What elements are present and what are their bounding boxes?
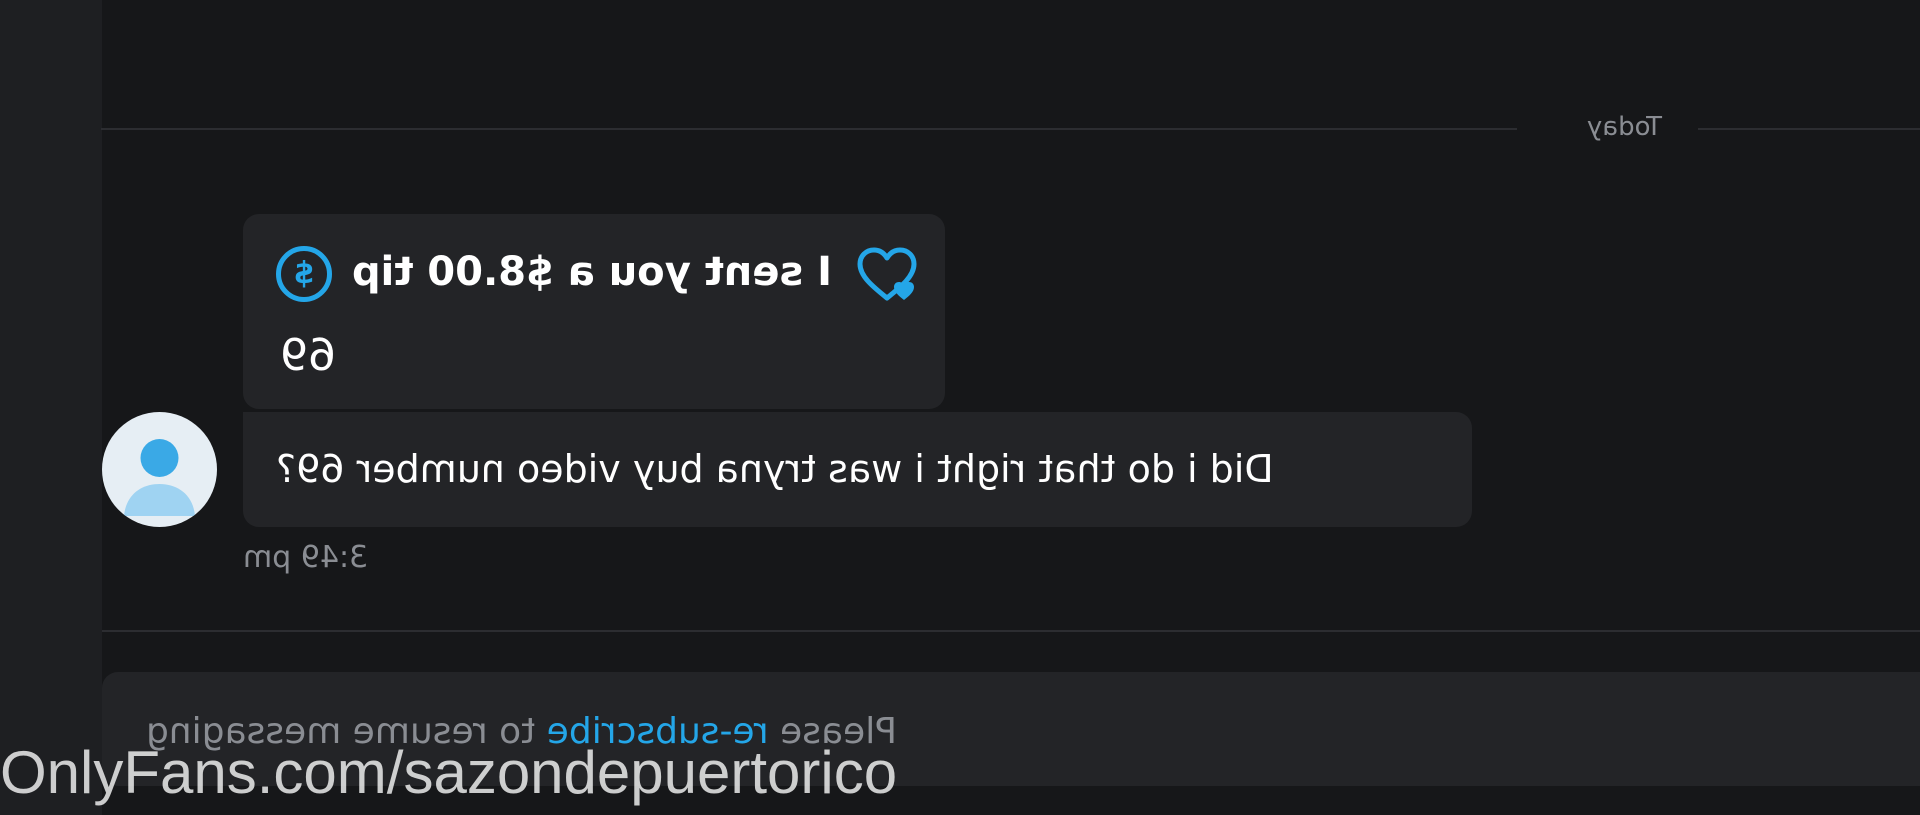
message-timestamp: 3:49 pm bbox=[243, 540, 369, 575]
date-separator-line bbox=[101, 128, 1517, 130]
right-rail bbox=[0, 0, 102, 815]
watermark-text: OnlyFans.com/sazondepuertorico bbox=[0, 739, 898, 806]
heart-icon[interactable] bbox=[854, 246, 920, 302]
user-avatar-icon[interactable] bbox=[102, 412, 217, 527]
tip-message-row: $ I sent you a $8.00 tip bbox=[260, 240, 920, 304]
dollar-circle-icon: $ bbox=[276, 246, 332, 302]
composer-divider bbox=[102, 630, 1920, 632]
date-separator-label: Today bbox=[1586, 112, 1662, 142]
message-text: Did i do that right i was tryna buy vide… bbox=[276, 447, 1274, 491]
date-separator-line bbox=[1698, 128, 1920, 130]
tip-message-text: I sent you a $8.00 tip bbox=[351, 249, 832, 295]
chat-window: Today $ I sent you a $8.00 tip 69 Did i … bbox=[0, 0, 1920, 815]
tip-note-text: 69 bbox=[280, 330, 336, 381]
